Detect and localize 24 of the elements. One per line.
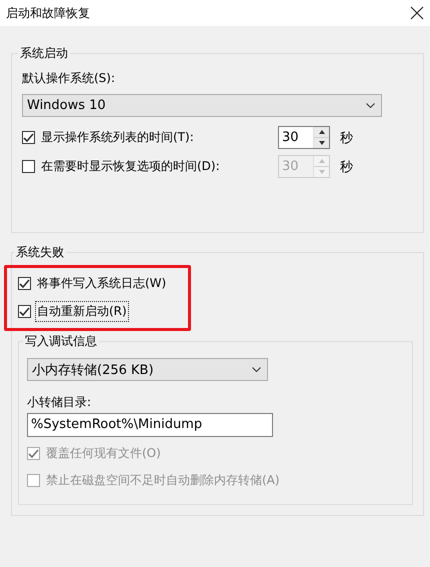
checkbox-label: 显示操作系统列表的时间(T): (40, 129, 195, 146)
dropdown[interactable]: 小内存转储(256 KB) (27, 358, 268, 381)
checkbox-label: 将事件写入系统日志(W) (36, 274, 168, 292)
checkbox-label: 覆盖任何现有文件(O) (45, 444, 162, 462)
text-field[interactable]: %SystemRoot%\Minidump (27, 413, 273, 437)
unit-label: 秒 (340, 130, 353, 146)
unit-label: 秒 (340, 158, 353, 176)
checkbox-label: 自动重新启动(R) (35, 300, 129, 322)
checkbox-label: 在需要时显示恢复选项的时间(D): (40, 158, 221, 175)
chevron-icon (366, 103, 375, 108)
window-title: 启动和故障恢复 (6, 4, 90, 22)
checkbox[interactable] (22, 131, 35, 144)
checkbox-label: 禁止在磁盘空间不足时自动删除内存转储(A) (45, 472, 281, 488)
close-icon[interactable] (410, 6, 424, 20)
checkbox[interactable] (18, 276, 31, 290)
checkbox[interactable] (22, 160, 35, 173)
field-label: 小转储目录: (27, 394, 92, 411)
chevron-icon (252, 367, 261, 372)
group-title: 系统启动 (19, 45, 69, 62)
group-title: 系统失败 (15, 244, 65, 261)
dropdown[interactable]: Windows 10 (22, 94, 382, 117)
group-title: 写入调试信息 (24, 333, 98, 350)
field-label: 默认操作系统(S): (22, 70, 116, 87)
checkbox[interactable] (18, 304, 31, 318)
